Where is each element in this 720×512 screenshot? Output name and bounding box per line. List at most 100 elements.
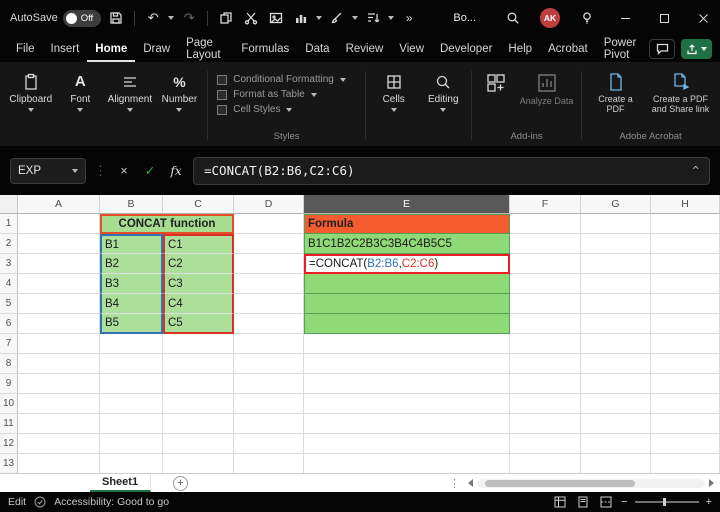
row-header-13[interactable]: 13: [0, 454, 18, 473]
create-pdf-button[interactable]: Create a PDF: [589, 72, 643, 115]
close-button[interactable]: [686, 0, 720, 36]
cell-C7[interactable]: [163, 334, 234, 354]
cell-B10[interactable]: [100, 394, 163, 414]
cell-B1[interactable]: CONCAT function: [100, 214, 234, 234]
minimize-button[interactable]: [608, 0, 642, 36]
normal-view-button[interactable]: [552, 494, 568, 510]
menu-tab-formulas[interactable]: Formulas: [233, 36, 297, 62]
sort-button[interactable]: [363, 6, 383, 30]
analyze-data-button[interactable]: Analyze Data: [519, 72, 575, 106]
cell-A13[interactable]: [18, 454, 100, 473]
column-header-A[interactable]: A: [18, 195, 100, 214]
cell-F6[interactable]: [510, 314, 581, 334]
insert-function-button[interactable]: fx: [167, 164, 185, 178]
menu-tab-file[interactable]: File: [8, 36, 43, 62]
cell-D1[interactable]: [234, 214, 304, 234]
sheet-tab-sheet1[interactable]: Sheet1: [90, 474, 152, 492]
chart-caret-icon[interactable]: [316, 16, 323, 20]
row-header-6[interactable]: 6: [0, 314, 18, 334]
row-header-12[interactable]: 12: [0, 434, 18, 454]
insert-picture-button[interactable]: [266, 6, 286, 30]
row-header-10[interactable]: 10: [0, 394, 18, 414]
cancel-button[interactable]: ×: [115, 164, 133, 178]
save-button[interactable]: [106, 6, 126, 30]
account-avatar[interactable]: AK: [540, 8, 560, 28]
cell-C6[interactable]: C5: [163, 314, 234, 334]
cell-H7[interactable]: [651, 334, 720, 354]
menu-tab-data[interactable]: Data: [297, 36, 337, 62]
cell-H5[interactable]: [651, 294, 720, 314]
cell-D2[interactable]: [234, 234, 304, 254]
cell-E5[interactable]: [304, 294, 510, 314]
name-box[interactable]: EXP: [10, 157, 86, 184]
search-button[interactable]: [503, 6, 523, 30]
row-header-1[interactable]: 1: [0, 214, 18, 234]
cell-C5[interactable]: C4: [163, 294, 234, 314]
styles-button-format-as-table[interactable]: Format as Table: [211, 87, 362, 102]
undo-caret-icon[interactable]: [168, 16, 175, 20]
cell-A10[interactable]: [18, 394, 100, 414]
cell-D10[interactable]: [234, 394, 304, 414]
cell-F12[interactable]: [510, 434, 581, 454]
cell-H12[interactable]: [651, 434, 720, 454]
cell-D8[interactable]: [234, 354, 304, 374]
page-layout-view-button[interactable]: [575, 494, 591, 510]
cell-C4[interactable]: C3: [163, 274, 234, 294]
ideas-button[interactable]: [577, 6, 597, 30]
cell-H3[interactable]: [651, 254, 720, 274]
cell-G13[interactable]: [581, 454, 651, 473]
column-header-E[interactable]: E: [304, 195, 510, 214]
cell-E8[interactable]: [304, 354, 510, 374]
addins-button[interactable]: [479, 72, 513, 106]
cell-D3[interactable]: [234, 254, 304, 274]
cell-F8[interactable]: [510, 354, 581, 374]
cells-group-button[interactable]: Cells: [369, 65, 419, 146]
cell-B8[interactable]: [100, 354, 163, 374]
cell-A1[interactable]: [18, 214, 100, 234]
cell-E13[interactable]: [304, 454, 510, 473]
cell-H8[interactable]: [651, 354, 720, 374]
menu-tab-help[interactable]: Help: [500, 36, 540, 62]
cell-A8[interactable]: [18, 354, 100, 374]
cell-B3[interactable]: B2: [100, 254, 163, 274]
cell-G9[interactable]: [581, 374, 651, 394]
cell-G2[interactable]: [581, 234, 651, 254]
page-break-view-button[interactable]: [598, 494, 614, 510]
cell-A3[interactable]: [18, 254, 100, 274]
column-header-H[interactable]: H: [651, 195, 720, 214]
cell-D7[interactable]: [234, 334, 304, 354]
hscroll-thumb[interactable]: [485, 479, 635, 487]
cell-D11[interactable]: [234, 414, 304, 434]
cell-G1[interactable]: [581, 214, 651, 234]
cut-button[interactable]: [241, 6, 261, 30]
cell-G7[interactable]: [581, 334, 651, 354]
column-header-G[interactable]: G: [581, 195, 651, 214]
cell-B7[interactable]: [100, 334, 163, 354]
cell-G10[interactable]: [581, 394, 651, 414]
cell-E7[interactable]: [304, 334, 510, 354]
menu-tab-review[interactable]: Review: [338, 36, 392, 62]
cell-H10[interactable]: [651, 394, 720, 414]
cell-B9[interactable]: [100, 374, 163, 394]
row-header-11[interactable]: 11: [0, 414, 18, 434]
cell-D9[interactable]: [234, 374, 304, 394]
select-all-corner[interactable]: [0, 195, 18, 214]
qat-overflow-button[interactable]: »: [399, 6, 419, 30]
cell-C3[interactable]: C2: [163, 254, 234, 274]
alignment-group-button[interactable]: Alignment: [105, 65, 155, 146]
copy-button[interactable]: [216, 6, 236, 30]
row-header-9[interactable]: 9: [0, 374, 18, 394]
formula-input[interactable]: =CONCAT(B2:B6,C2:C6) ^: [193, 156, 710, 185]
row-header-5[interactable]: 5: [0, 294, 18, 314]
cell-G11[interactable]: [581, 414, 651, 434]
cell-E3[interactable]: =CONCAT(B2:B6, C2:C6): [304, 254, 510, 274]
cell-A4[interactable]: [18, 274, 100, 294]
create-pdf-share-button[interactable]: Create a PDF and Share link: [649, 72, 713, 115]
cell-A9[interactable]: [18, 374, 100, 394]
cell-B13[interactable]: [100, 454, 163, 473]
maximize-button[interactable]: [647, 0, 681, 36]
scroll-left-icon[interactable]: [468, 479, 473, 487]
clipboard-group-button[interactable]: Clipboard: [6, 65, 56, 146]
zoom-slider-thumb[interactable]: [662, 498, 666, 506]
cell-A7[interactable]: [18, 334, 100, 354]
